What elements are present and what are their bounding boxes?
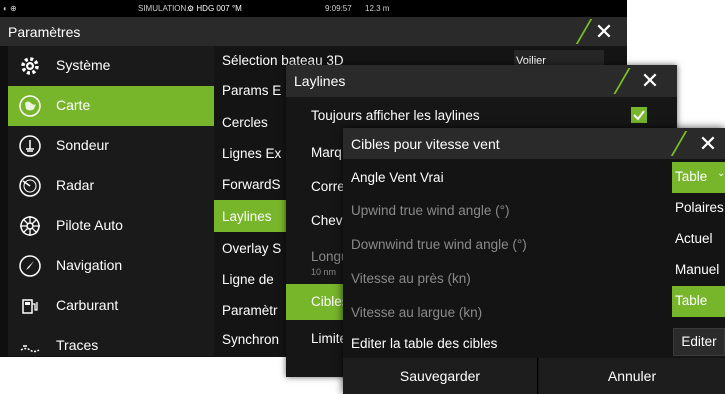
laylines-item-cibles[interactable]: Cibles bbox=[286, 284, 346, 320]
laylines-item-label: Cibles bbox=[311, 294, 346, 309]
heading-readout: ⚙ HDG 007 °M bbox=[187, 4, 242, 13]
upwind-angle-row: Upwind true wind angle (°) bbox=[343, 194, 671, 226]
always-show-checkbox[interactable] bbox=[631, 107, 647, 123]
list-item-label: Cercles bbox=[222, 115, 268, 130]
target-row-label: Upwind true wind angle (°) bbox=[351, 203, 510, 218]
title-accent-slash bbox=[670, 131, 688, 156]
cancel-button[interactable]: Annuler bbox=[539, 358, 725, 394]
settings-sidebar: Système Carte Sondeur Radar Pilote Auto … bbox=[8, 46, 214, 356]
list-item-label: Laylines bbox=[222, 209, 272, 224]
sonar-icon bbox=[19, 135, 41, 157]
true-wind-angle-value: Table bbox=[675, 169, 708, 184]
sidebar-item-pilote-auto[interactable]: Pilote Auto bbox=[8, 206, 214, 246]
settings-title: Paramètres bbox=[8, 24, 81, 40]
status-icons: ◐ ⊕ bbox=[3, 4, 17, 13]
sidebar-item-label: Pilote Auto bbox=[56, 217, 123, 233]
laylines-title: Laylines bbox=[294, 73, 346, 89]
sidebar-item-label: Radar bbox=[56, 177, 95, 193]
list-item-label: ForwardS bbox=[222, 177, 281, 192]
targets-title: Cibles pour vitesse vent bbox=[351, 136, 500, 152]
radar-icon bbox=[19, 175, 41, 197]
laylines-item-label: Corre bbox=[311, 179, 345, 194]
laylines-item-longueur[interactable]: Longu 10 nm bbox=[286, 245, 346, 281]
laylines-item-label: Cheva bbox=[311, 213, 346, 228]
edit-target-table-row[interactable]: Editer la table des cibles bbox=[343, 328, 671, 358]
sidebar-item-navigation[interactable]: Navigation bbox=[8, 246, 214, 286]
targets-title-bar: Cibles pour vitesse vent ✕ bbox=[343, 128, 725, 159]
dropdown-option-actuel[interactable]: Actuel bbox=[672, 224, 725, 255]
laylines-item[interactable]: Limite bbox=[286, 323, 346, 359]
targets-close-button[interactable]: ✕ bbox=[688, 128, 725, 159]
sidebar-item-label: Système bbox=[56, 57, 111, 73]
laylines-item-label: Marq bbox=[311, 145, 342, 160]
downwind-speed-row: Vitesse au largue (kn) bbox=[343, 296, 671, 328]
dropdown-option-label: Actuel bbox=[675, 231, 713, 246]
laylines-item-label: Longu bbox=[311, 249, 346, 264]
laylines-title-bar: Laylines ✕ bbox=[286, 65, 677, 97]
list-item-label: Paramètr bbox=[222, 303, 278, 318]
laylines-item-sublabel: 10 nm bbox=[311, 267, 337, 277]
sidebar-item-traces[interactable]: Traces bbox=[8, 326, 214, 366]
list-item-label: Lignes Ex bbox=[222, 146, 282, 161]
time-readout: 9:09:57 bbox=[325, 4, 352, 13]
target-row-label: Vitesse au près (kn) bbox=[351, 271, 471, 286]
list-item-label: Synchron bbox=[222, 332, 280, 347]
edit-table-button[interactable]: Editer bbox=[673, 328, 725, 356]
target-row-label: Downwind true wind angle (°) bbox=[351, 237, 527, 252]
settings-title-bar: Paramètres ✕ bbox=[0, 17, 627, 46]
fuel-icon bbox=[22, 299, 38, 314]
sidebar-item-label: Carte bbox=[56, 97, 91, 113]
settings-close-button[interactable]: ✕ bbox=[584, 17, 624, 46]
tracks-icon bbox=[20, 345, 40, 353]
target-row-label: Angle Vent Vrai bbox=[351, 170, 444, 185]
list-item-label: Overlay S bbox=[222, 241, 282, 256]
target-row-label: Vitesse au largue (kn) bbox=[351, 305, 483, 320]
title-accent-slash bbox=[613, 68, 631, 94]
dropdown-option-label: Manuel bbox=[675, 262, 720, 277]
downwind-angle-row: Downwind true wind angle (°) bbox=[343, 228, 671, 260]
sidebar-item-label: Navigation bbox=[56, 257, 123, 273]
dropdown-option-polaires[interactable]: Polaires bbox=[672, 193, 725, 224]
chart-icon bbox=[19, 95, 41, 117]
distance-readout: 12.3 m bbox=[365, 4, 390, 13]
wind-targets-dialog: Cibles pour vitesse vent ✕ Angle Vent Vr… bbox=[343, 128, 725, 394]
dropdown-option-table[interactable]: Table bbox=[672, 286, 725, 317]
simulation-status: SIMULATION... bbox=[138, 4, 193, 13]
true-wind-angle-select[interactable]: Table ⌄ bbox=[672, 162, 725, 193]
laylines-close-button[interactable]: ✕ bbox=[630, 65, 670, 97]
sidebar-item-label: Carburant bbox=[56, 297, 119, 313]
sidebar-item-label: Sondeur bbox=[56, 137, 109, 153]
sidebar-item-carburant[interactable]: Carburant bbox=[8, 286, 214, 326]
sidebar-item-carte[interactable]: Carte bbox=[8, 86, 214, 126]
sidebar-item-label: Traces bbox=[56, 337, 99, 353]
save-button[interactable]: Sauvegarder bbox=[343, 358, 538, 394]
autopilot-icon bbox=[20, 216, 40, 236]
list-item-laylines[interactable]: Laylines bbox=[214, 200, 286, 232]
upwind-speed-row: Vitesse au près (kn) bbox=[343, 262, 671, 294]
always-show-laylines-row[interactable]: Toujours afficher les laylines bbox=[286, 99, 677, 131]
compass-icon bbox=[19, 255, 41, 277]
sidebar-item-sondeur[interactable]: Sondeur bbox=[8, 126, 214, 166]
list-item-label: Ligne de bbox=[222, 272, 274, 287]
always-show-laylines-label: Toujours afficher les laylines bbox=[311, 108, 480, 123]
target-row-label: Editer la table des cibles bbox=[351, 336, 498, 351]
laylines-item-label: Limite bbox=[311, 331, 346, 346]
status-bar: ◐ ⊕ SIMULATION... ⚙ HDG 007 °M 9:09:57 1… bbox=[0, 0, 627, 17]
laylines-item[interactable]: Cheva bbox=[286, 203, 346, 243]
dropdown-option-manuel[interactable]: Manuel bbox=[672, 255, 725, 286]
sidebar-item-systeme[interactable]: Système bbox=[8, 46, 214, 86]
chevron-down-icon: ⌄ bbox=[717, 168, 725, 179]
checkmark-icon bbox=[633, 110, 645, 121]
dropdown-option-label: Polaires bbox=[675, 200, 724, 215]
sidebar-item-radar[interactable]: Radar bbox=[8, 166, 214, 206]
laylines-item[interactable]: Marq bbox=[286, 135, 346, 169]
gear-icon bbox=[21, 57, 39, 75]
true-wind-angle-row[interactable]: Angle Vent Vrai bbox=[343, 161, 671, 193]
list-item-label: Params E bbox=[222, 83, 282, 98]
dropdown-option-label: Table bbox=[675, 293, 708, 308]
laylines-item[interactable]: Corre bbox=[286, 169, 346, 203]
